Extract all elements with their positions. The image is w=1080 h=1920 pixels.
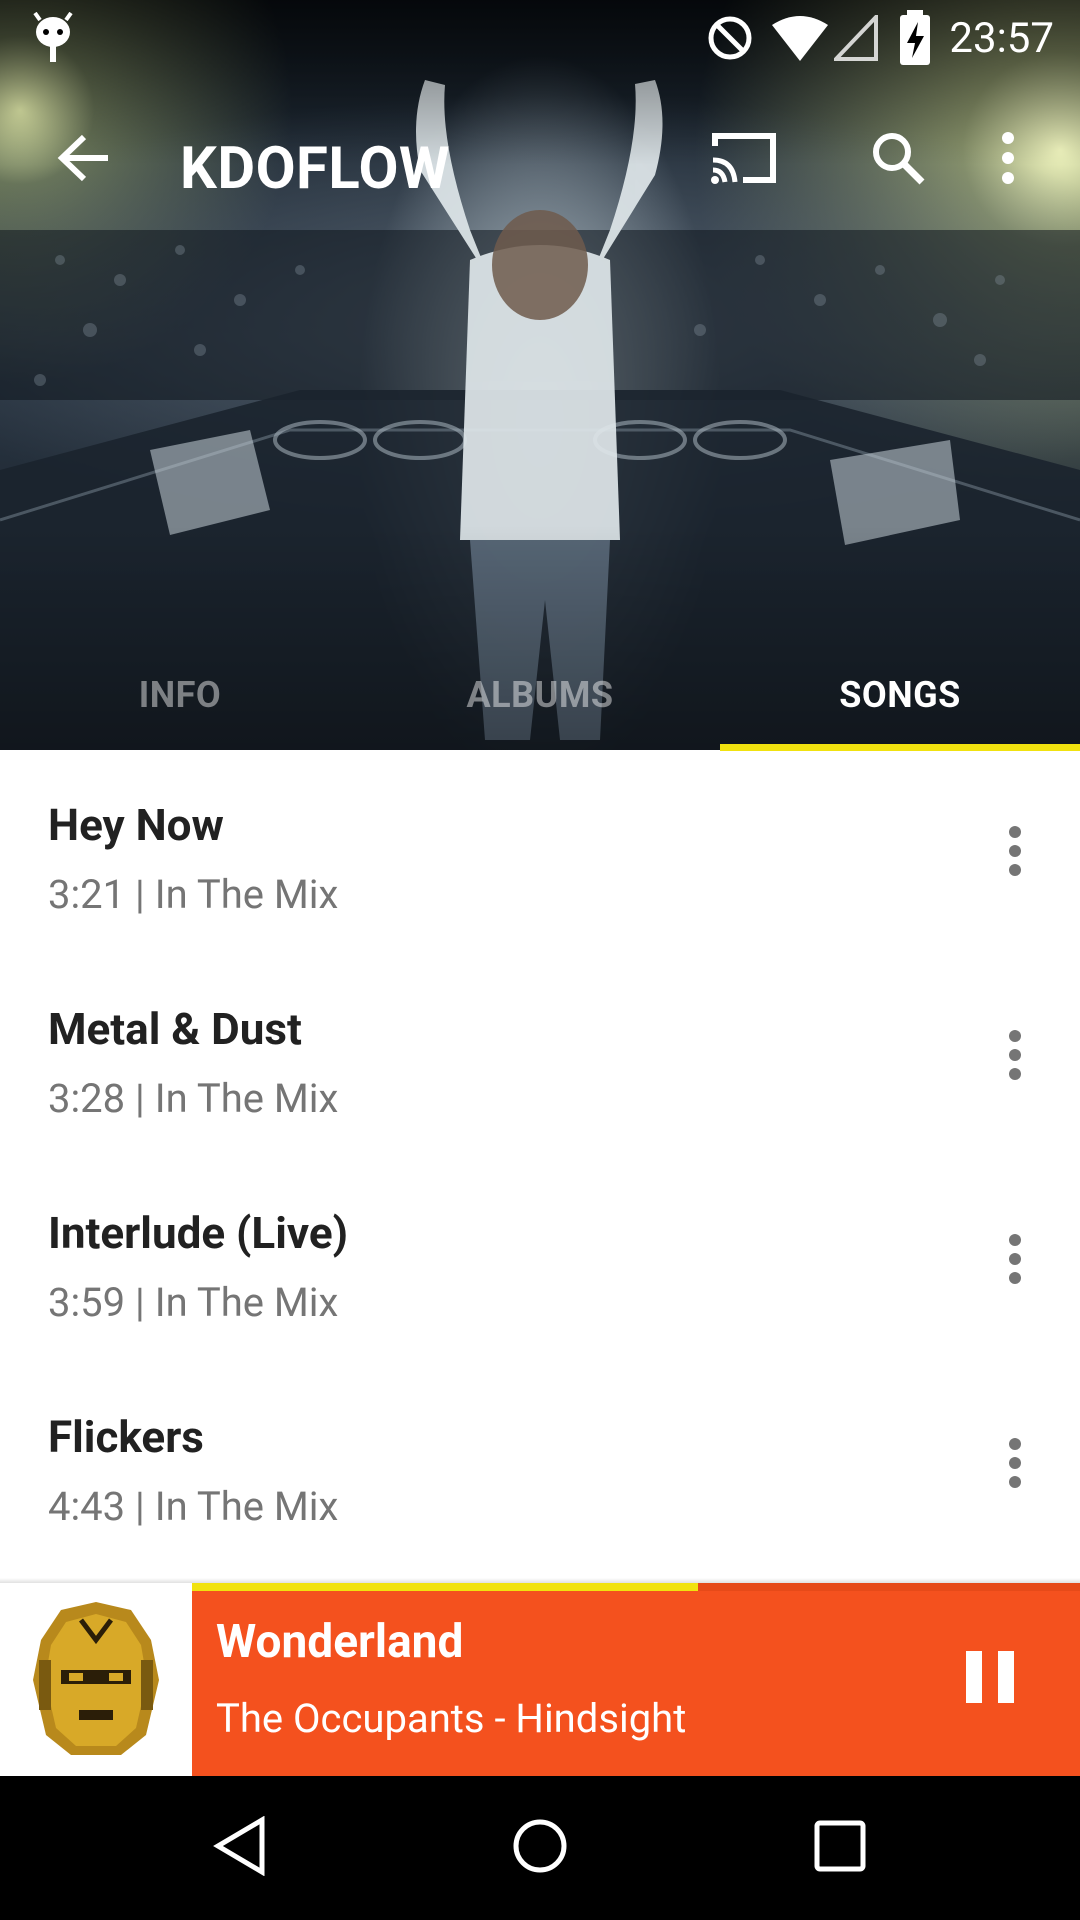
nav-recents-icon xyxy=(813,1819,867,1877)
song-row[interactable]: Flickers 4:43 | In The Mix xyxy=(0,1363,1080,1567)
more-vert-icon xyxy=(1008,1234,1022,1288)
pause-icon xyxy=(964,1649,1016,1709)
song-title: Hey Now xyxy=(48,799,224,851)
song-more-button[interactable] xyxy=(980,1417,1050,1513)
song-more-button[interactable] xyxy=(980,1213,1050,1309)
song-title: Metal & Dust xyxy=(48,1003,302,1055)
album-art-thumbnail[interactable] xyxy=(0,1583,192,1776)
playback-progress-fill xyxy=(192,1583,698,1591)
tab-albums[interactable]: ALBUMS xyxy=(360,640,720,750)
more-vert-icon xyxy=(1008,826,1022,880)
status-bar: 23:57 xyxy=(0,0,1080,76)
nav-home-icon xyxy=(510,1816,570,1880)
album-art-mask-image xyxy=(33,1601,159,1755)
search-button[interactable] xyxy=(848,110,948,210)
overflow-menu-button[interactable] xyxy=(958,110,1058,210)
song-title: Flickers xyxy=(48,1411,204,1463)
app-toolbar: KDOFLOW xyxy=(0,90,1080,230)
now-playing-bar[interactable]: Wonderland The Occupants - Hindsight xyxy=(0,1583,1080,1776)
back-button[interactable] xyxy=(34,110,134,210)
song-row[interactable]: Interlude (Live) 3:59 | In The Mix xyxy=(0,1159,1080,1363)
nav-recents-button[interactable] xyxy=(780,1798,900,1898)
cast-icon xyxy=(709,130,779,190)
system-navigation-bar xyxy=(0,1776,1080,1920)
android-debug-icon xyxy=(30,10,76,66)
nav-back-button[interactable] xyxy=(180,1798,300,1898)
battery-charging-icon xyxy=(898,10,932,66)
arrow-back-icon xyxy=(56,133,112,187)
tab-songs[interactable]: SONGS xyxy=(720,640,1080,750)
song-more-button[interactable] xyxy=(980,805,1050,901)
wifi-icon xyxy=(772,10,828,66)
search-icon xyxy=(870,130,926,190)
song-more-button[interactable] xyxy=(980,1009,1050,1105)
cast-button[interactable] xyxy=(694,110,794,210)
more-vert-icon xyxy=(1008,1030,1022,1084)
nav-home-button[interactable] xyxy=(480,1798,600,1898)
active-tab-indicator xyxy=(720,744,1080,751)
status-time: 23:57 xyxy=(949,14,1054,63)
more-vert-icon xyxy=(1000,132,1016,188)
nav-back-icon xyxy=(212,1815,268,1880)
pause-button[interactable] xyxy=(940,1629,1040,1729)
song-row[interactable]: Hey Now 3:21 | In The Mix xyxy=(0,751,1080,955)
song-meta: 3:21 | In The Mix xyxy=(48,871,339,918)
now-playing-title: Wonderland xyxy=(216,1615,464,1669)
song-list: Hey Now 3:21 | In The Mix Metal & Dust 3… xyxy=(0,751,1080,1567)
song-meta: 4:43 | In The Mix xyxy=(48,1483,339,1530)
song-title: Interlude (Live) xyxy=(48,1207,349,1259)
song-meta: 3:59 | In The Mix xyxy=(48,1279,339,1326)
do-not-disturb-icon xyxy=(706,10,754,66)
cell-signal-icon xyxy=(834,10,878,66)
artist-tabs: INFO ALBUMS SONGS xyxy=(0,640,1080,750)
song-meta: 3:28 | In The Mix xyxy=(48,1075,339,1122)
tab-info[interactable]: INFO xyxy=(0,640,360,750)
song-row[interactable]: Metal & Dust 3:28 | In The Mix xyxy=(0,955,1080,1159)
artist-name-title: KDOFLOW xyxy=(180,135,451,203)
now-playing-subtitle: The Occupants - Hindsight xyxy=(216,1695,687,1742)
more-vert-icon xyxy=(1008,1438,1022,1492)
